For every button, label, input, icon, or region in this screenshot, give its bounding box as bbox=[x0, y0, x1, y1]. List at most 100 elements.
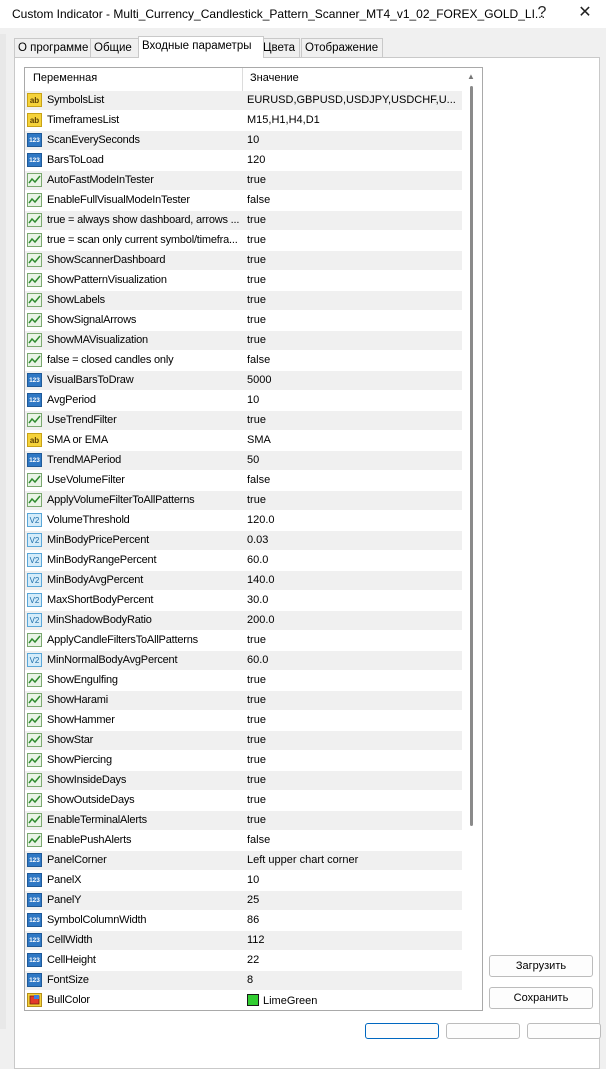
param-value[interactable]: 120 bbox=[247, 154, 265, 166]
param-name[interactable]: ApplyCandleFiltersToAllPatterns bbox=[47, 634, 198, 646]
param-row[interactable]: 123 ScanEverySeconds 10 bbox=[25, 131, 462, 151]
param-name[interactable]: TrendMAPeriod bbox=[47, 454, 121, 466]
param-row[interactable]: EnableFullVisualModeInTester false bbox=[25, 191, 462, 211]
param-value[interactable]: 25 bbox=[247, 894, 259, 906]
param-row[interactable]: ShowOutsideDays true bbox=[25, 791, 462, 811]
param-row[interactable]: ShowSignalArrows true bbox=[25, 311, 462, 331]
param-value[interactable]: 5000 bbox=[247, 374, 271, 386]
param-row[interactable]: 123 CellHeight 22 bbox=[25, 951, 462, 971]
param-name[interactable]: ShowPatternVisualization bbox=[47, 274, 167, 286]
param-value[interactable]: false bbox=[247, 194, 270, 206]
param-row[interactable]: V2 MinBodyRangePercent 60.0 bbox=[25, 551, 462, 571]
param-value[interactable]: 112 bbox=[247, 934, 265, 946]
param-value[interactable]: true bbox=[247, 274, 266, 286]
param-row[interactable]: 123 PanelCorner Left upper chart corner bbox=[25, 851, 462, 871]
param-value[interactable]: 50 bbox=[247, 454, 259, 466]
tab-colors[interactable]: Цвета bbox=[259, 38, 300, 57]
param-row[interactable]: ShowPiercing true bbox=[25, 751, 462, 771]
param-row[interactable]: true = always show dashboard, arrows ...… bbox=[25, 211, 462, 231]
cancel-button-edge[interactable] bbox=[446, 1023, 520, 1039]
param-name[interactable]: EnablePushAlerts bbox=[47, 834, 131, 846]
param-name[interactable]: true = always show dashboard, arrows ... bbox=[47, 214, 239, 226]
param-value[interactable]: true bbox=[247, 714, 266, 726]
param-value[interactable]: true bbox=[247, 254, 266, 266]
param-row[interactable]: BullColor LimeGreen bbox=[25, 991, 462, 1010]
help-button[interactable]: ? bbox=[527, 2, 557, 26]
param-name[interactable]: UseVolumeFilter bbox=[47, 474, 125, 486]
param-name[interactable]: ApplyVolumeFilterToAllPatterns bbox=[47, 494, 195, 506]
param-value[interactable]: true bbox=[247, 334, 266, 346]
param-row[interactable]: ShowEngulfing true bbox=[25, 671, 462, 691]
param-row[interactable]: V2 VolumeThreshold 120.0 bbox=[25, 511, 462, 531]
param-value[interactable]: true bbox=[247, 754, 266, 766]
param-name[interactable]: SymbolsList bbox=[47, 94, 104, 106]
scrollbar-thumb[interactable] bbox=[470, 86, 473, 826]
param-row[interactable]: V2 MaxShortBodyPercent 30.0 bbox=[25, 591, 462, 611]
param-row[interactable]: false = closed candles only false bbox=[25, 351, 462, 371]
param-row[interactable]: ShowLabels true bbox=[25, 291, 462, 311]
param-name[interactable]: BarsToLoad bbox=[47, 154, 104, 166]
param-value[interactable]: 140.0 bbox=[247, 574, 275, 586]
param-value[interactable]: true bbox=[247, 634, 266, 646]
tab-common[interactable]: Общие bbox=[90, 38, 139, 57]
param-row[interactable]: ShowHarami true bbox=[25, 691, 462, 711]
param-value[interactable]: 0.03 bbox=[247, 534, 268, 546]
param-name[interactable]: ShowHammer bbox=[47, 714, 115, 726]
param-row[interactable]: 123 SymbolColumnWidth 86 bbox=[25, 911, 462, 931]
param-name[interactable]: PanelX bbox=[47, 874, 81, 886]
param-row[interactable]: 123 FontSize 8 bbox=[25, 971, 462, 991]
param-name[interactable]: PanelCorner bbox=[47, 854, 107, 866]
param-row[interactable]: ShowScannerDashboard true bbox=[25, 251, 462, 271]
param-name[interactable]: ScanEverySeconds bbox=[47, 134, 140, 146]
param-row[interactable]: AutoFastModeInTester true bbox=[25, 171, 462, 191]
param-name[interactable]: ShowEngulfing bbox=[47, 674, 118, 686]
param-value[interactable]: false bbox=[247, 474, 270, 486]
param-name[interactable]: ShowHarami bbox=[47, 694, 108, 706]
header-variable[interactable]: Переменная bbox=[33, 72, 97, 84]
param-name[interactable]: ShowInsideDays bbox=[47, 774, 126, 786]
color-swatch[interactable] bbox=[247, 994, 259, 1006]
param-name[interactable]: UseTrendFilter bbox=[47, 414, 117, 426]
param-name[interactable]: ShowStar bbox=[47, 734, 93, 746]
tab-about[interactable]: О программе bbox=[14, 38, 91, 57]
param-name[interactable]: ShowPiercing bbox=[47, 754, 112, 766]
param-value[interactable]: 200.0 bbox=[247, 614, 275, 626]
param-name[interactable]: MaxShortBodyPercent bbox=[47, 594, 153, 606]
param-value[interactable]: 10 bbox=[247, 134, 259, 146]
tab-inputs[interactable]: Входные параметры bbox=[138, 36, 264, 58]
param-name[interactable]: MinBodyRangePercent bbox=[47, 554, 157, 566]
param-row[interactable]: 123 PanelX 10 bbox=[25, 871, 462, 891]
param-row[interactable]: ShowInsideDays true bbox=[25, 771, 462, 791]
param-value[interactable]: true bbox=[247, 414, 266, 426]
param-row[interactable]: 123 VisualBarsToDraw 5000 bbox=[25, 371, 462, 391]
param-value[interactable]: 10 bbox=[247, 874, 259, 886]
param-row[interactable]: UseTrendFilter true bbox=[25, 411, 462, 431]
param-name[interactable]: PanelY bbox=[47, 894, 81, 906]
param-name[interactable]: TimeframesList bbox=[47, 114, 119, 126]
save-button[interactable]: Сохранить bbox=[489, 987, 593, 1009]
param-name[interactable]: MinShadowBodyRatio bbox=[47, 614, 152, 626]
param-name[interactable]: false = closed candles only bbox=[47, 354, 174, 366]
param-name[interactable]: EnableTerminalAlerts bbox=[47, 814, 147, 826]
param-value[interactable]: false bbox=[247, 354, 270, 366]
param-name[interactable]: MinBodyAvgPercent bbox=[47, 574, 143, 586]
close-button[interactable]: ✕ bbox=[570, 2, 600, 26]
param-name[interactable]: EnableFullVisualModeInTester bbox=[47, 194, 190, 206]
param-name[interactable]: true = scan only current symbol/timefra.… bbox=[47, 234, 238, 246]
param-name[interactable]: ShowLabels bbox=[47, 294, 105, 306]
tab-visualization[interactable]: Отображение bbox=[301, 38, 383, 57]
param-value[interactable]: M15,H1,H4,D1 bbox=[247, 114, 320, 126]
param-value[interactable]: true bbox=[247, 234, 266, 246]
param-value[interactable]: true bbox=[247, 794, 266, 806]
ok-button-edge[interactable] bbox=[365, 1023, 439, 1039]
param-name[interactable]: CellHeight bbox=[47, 954, 96, 966]
param-row[interactable]: ShowHammer true bbox=[25, 711, 462, 731]
param-name[interactable]: BullColor bbox=[47, 994, 90, 1006]
param-value[interactable]: true bbox=[247, 674, 266, 686]
param-row[interactable]: 123 TrendMAPeriod 50 bbox=[25, 451, 462, 471]
param-value[interactable]: 86 bbox=[247, 914, 259, 926]
scroll-up-icon[interactable]: ▲ bbox=[467, 72, 475, 81]
param-value[interactable]: true bbox=[247, 814, 266, 826]
param-row[interactable]: ShowStar true bbox=[25, 731, 462, 751]
param-name[interactable]: ShowScannerDashboard bbox=[47, 254, 166, 266]
